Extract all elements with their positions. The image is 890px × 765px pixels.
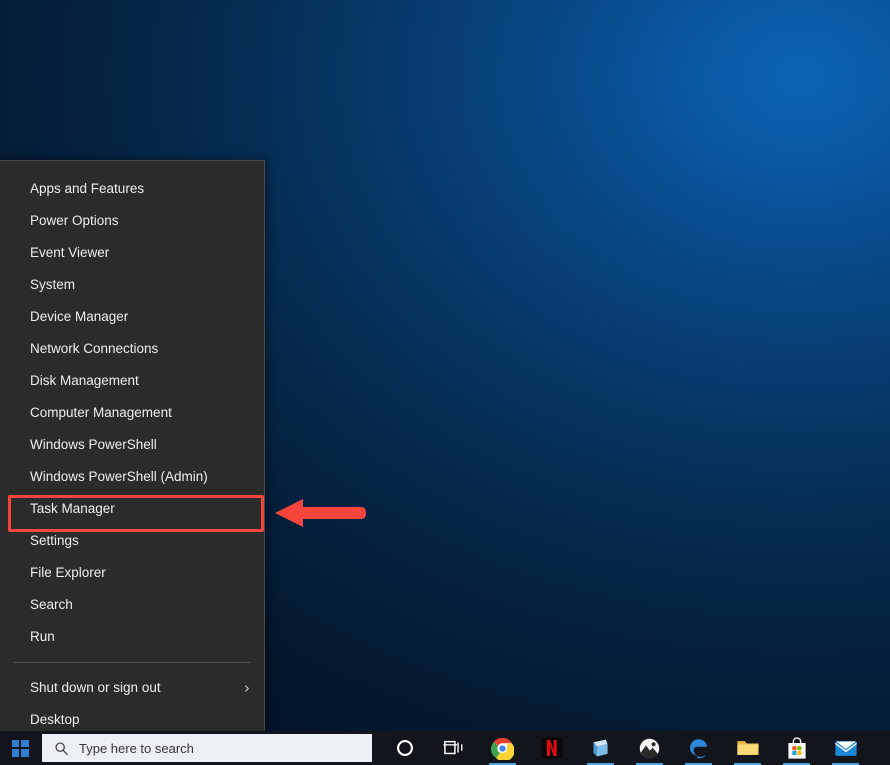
taskbar-button-task-view[interactable] xyxy=(429,731,478,765)
search-icon xyxy=(55,741,68,755)
menu-separator xyxy=(14,662,250,663)
menu-item-search[interactable]: Search xyxy=(0,589,264,621)
task-view-icon xyxy=(443,740,462,755)
menu-item-label: Task Manager xyxy=(30,501,115,516)
cortana-icon xyxy=(396,740,413,756)
windows-logo-icon xyxy=(11,739,29,757)
taskbar-button-cortana[interactable] xyxy=(380,731,429,765)
mail-icon xyxy=(834,740,857,756)
menu-item-power-options[interactable]: Power Options xyxy=(0,205,264,237)
menu-item-label: Windows PowerShell xyxy=(30,437,157,452)
menu-item-shut-down-or-sign-out[interactable]: Shut down or sign out › xyxy=(0,672,264,704)
menu-item-event-viewer[interactable]: Event Viewer xyxy=(0,237,264,269)
store-blue-icon xyxy=(593,739,608,756)
desktop-screen: Apps and Features Power Options Event Vi… xyxy=(0,0,890,765)
menu-item-run[interactable]: Run xyxy=(0,621,264,653)
menu-item-label: System xyxy=(30,277,76,292)
menu-item-device-manager[interactable]: Device Manager xyxy=(0,301,264,333)
menu-item-file-explorer[interactable]: File Explorer xyxy=(0,557,264,589)
menu-item-label: Device Manager xyxy=(30,309,129,324)
taskbar-button-file-explorer[interactable] xyxy=(723,731,772,765)
menu-item-label: Power Options xyxy=(30,213,119,228)
menu-item-label: Computer Management xyxy=(30,405,172,420)
menu-item-windows-powershell-admin[interactable]: Windows PowerShell (Admin) xyxy=(0,461,264,493)
taskbar-button-microsoft-store[interactable] xyxy=(772,731,821,765)
search-placeholder-text: Type here to search xyxy=(79,740,194,756)
taskbar-button-chrome[interactable] xyxy=(478,731,527,765)
menu-item-system[interactable]: System xyxy=(0,269,264,301)
taskbar-button-photos[interactable] xyxy=(625,731,674,765)
taskbar-button-mail[interactable] xyxy=(821,731,870,765)
taskbar-button-edge[interactable] xyxy=(674,731,723,765)
menu-item-label: Network Connections xyxy=(30,341,159,356)
taskbar[interactable]: Type here to search xyxy=(0,731,890,765)
menu-item-label: Event Viewer xyxy=(30,245,110,260)
red-arrow-annotation-icon xyxy=(275,499,366,527)
menu-item-label: File Explorer xyxy=(30,565,106,580)
menu-item-task-manager[interactable]: Task Manager xyxy=(0,493,264,525)
chrome-icon xyxy=(491,737,514,760)
menu-item-label: Disk Management xyxy=(30,373,139,388)
menu-item-label: Run xyxy=(30,629,55,644)
taskbar-button-office[interactable] xyxy=(576,731,625,765)
start-button[interactable] xyxy=(0,731,40,765)
photos-icon xyxy=(639,738,660,759)
menu-item-windows-powershell[interactable]: Windows PowerShell xyxy=(0,429,264,461)
menu-item-apps-and-features[interactable]: Apps and Features xyxy=(0,173,264,205)
edge-icon xyxy=(690,738,707,758)
menu-item-computer-management[interactable]: Computer Management xyxy=(0,397,264,429)
taskbar-button-netflix[interactable] xyxy=(527,731,576,765)
menu-item-label: Apps and Features xyxy=(30,181,145,196)
menu-item-network-connections[interactable]: Network Connections xyxy=(0,333,264,365)
winx-power-user-menu[interactable]: Apps and Features Power Options Event Vi… xyxy=(0,160,265,731)
menu-item-label: Settings xyxy=(30,533,79,548)
menu-item-label: Windows PowerShell (Admin) xyxy=(30,469,208,484)
menu-item-label: Shut down or sign out xyxy=(30,680,161,695)
taskbar-icon-strip[interactable] xyxy=(380,731,870,765)
menu-item-settings[interactable]: Settings xyxy=(0,525,264,557)
search-input[interactable]: Type here to search xyxy=(42,734,372,762)
file-explorer-icon xyxy=(736,741,759,755)
menu-item-label: Search xyxy=(30,597,73,612)
netflix-icon xyxy=(540,737,563,759)
menu-item-disk-management[interactable]: Disk Management xyxy=(0,365,264,397)
chevron-right-icon: › xyxy=(244,678,250,697)
microsoft-store-icon xyxy=(787,736,806,759)
